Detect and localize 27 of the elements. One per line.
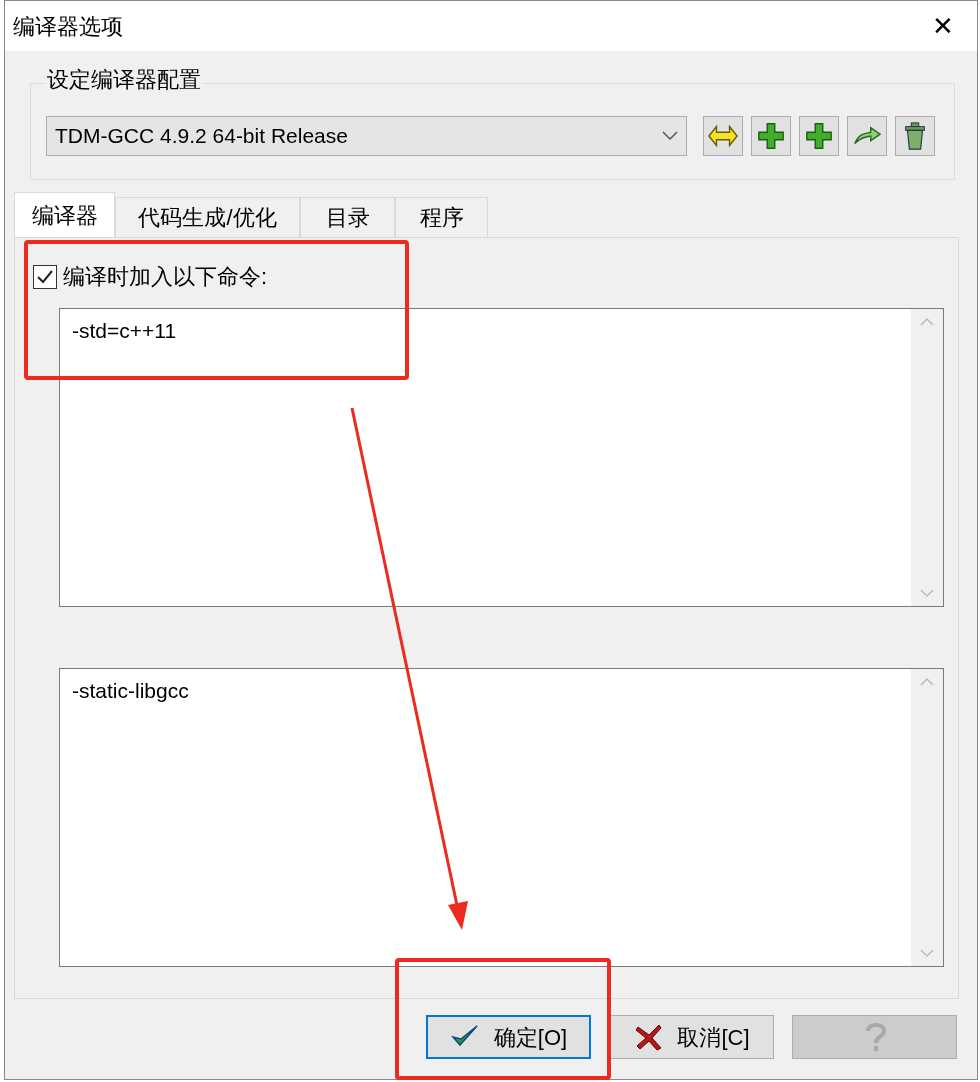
toolbar-button[interactable] — [751, 115, 791, 156]
compiler-commands-field[interactable]: -std=c++11 — [59, 308, 944, 607]
window-title: 编译器选项 — [13, 12, 123, 41]
chevron-down-icon — [662, 130, 678, 141]
tab[interactable]: 编译器 — [14, 192, 115, 237]
tab[interactable]: 程序 — [395, 197, 488, 237]
toolbar-button[interactable] — [847, 115, 887, 156]
checkbox-label[interactable]: 编译时加入以下命令: — [63, 260, 268, 293]
checkbox[interactable] — [33, 264, 57, 289]
close-button[interactable]: ✕ — [923, 6, 963, 46]
compiler-dropdown[interactable]: TDM-GCC 4.9.2 64-bit Release — [46, 115, 687, 156]
plus-icon — [804, 120, 834, 151]
toolbar-button[interactable] — [799, 115, 839, 156]
toolbar-button[interactable] — [703, 115, 743, 156]
scroll-up-icon[interactable] — [920, 317, 934, 327]
plus-icon — [756, 120, 786, 151]
scroll-down-icon[interactable] — [920, 948, 934, 958]
toolbar-button[interactable] — [895, 115, 935, 156]
scroll-up-icon[interactable] — [920, 677, 934, 687]
tab[interactable]: 代码生成/优化 — [115, 197, 300, 237]
cancel-button[interactable]: 取消[C] — [609, 1015, 774, 1059]
scroll-down-icon[interactable] — [920, 588, 934, 598]
ok-button[interactable]: 确定[O] — [426, 1015, 591, 1059]
linker-commands-field[interactable]: -static-libgcc — [59, 668, 944, 967]
tab[interactable]: 目录 — [300, 197, 395, 237]
scrollbar[interactable] — [911, 309, 943, 606]
scrollbar[interactable] — [911, 669, 943, 966]
